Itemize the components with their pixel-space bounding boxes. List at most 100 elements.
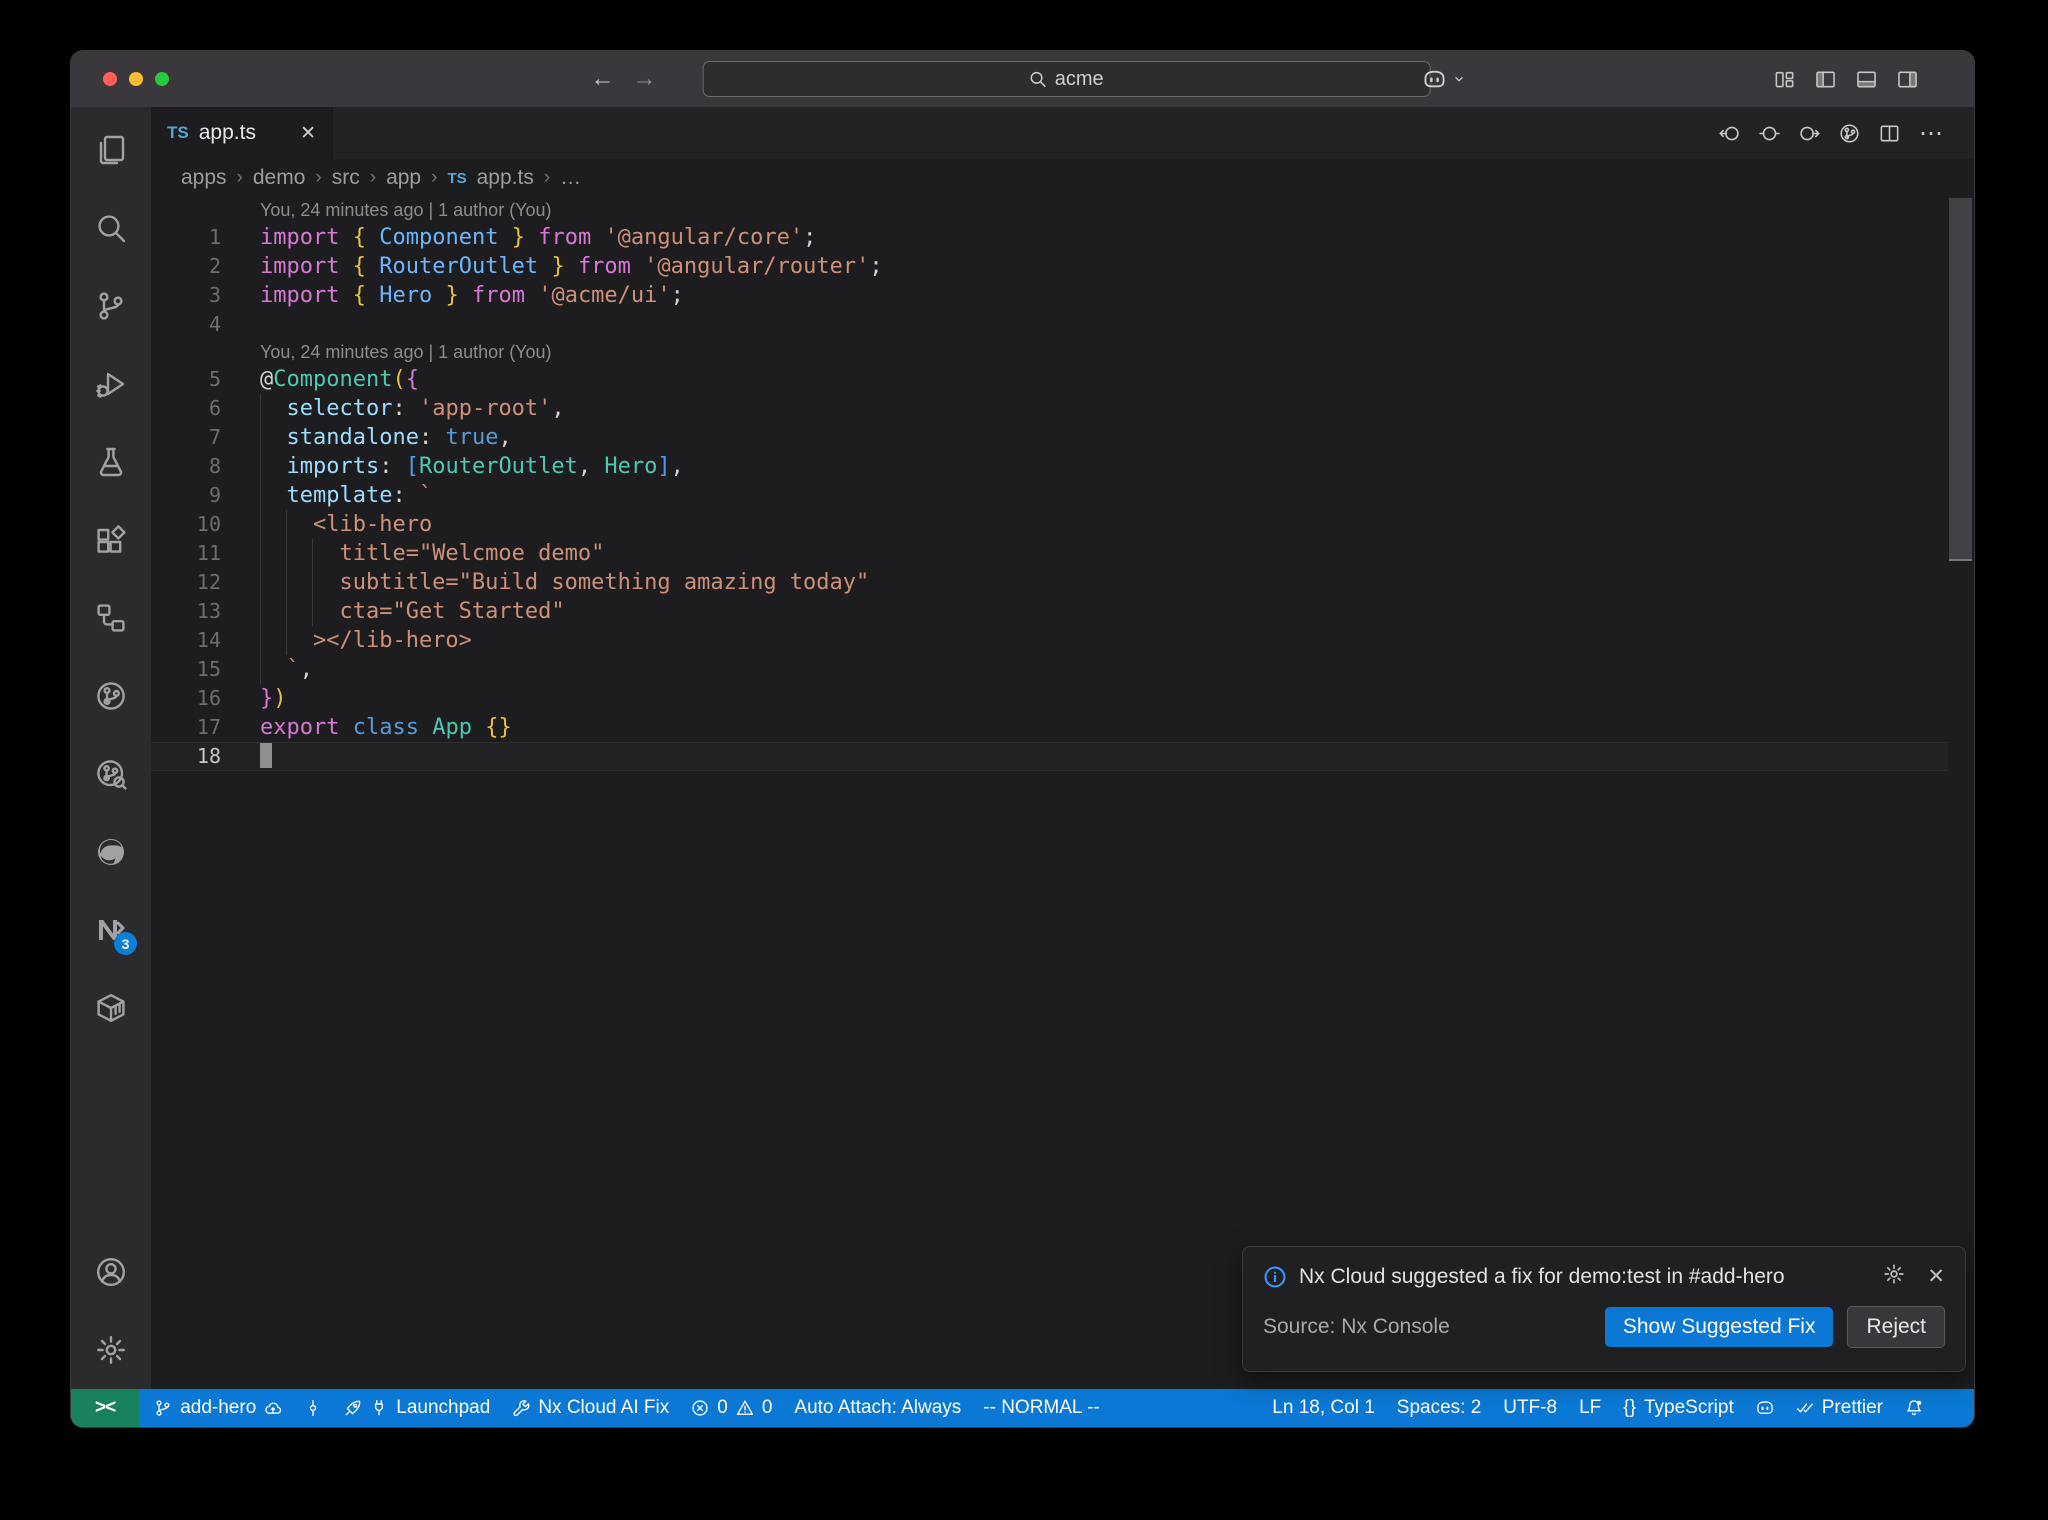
activitybar-item-run-and-debug[interactable] [71,345,151,423]
tab-app-ts[interactable]: TS app.ts ✕ [151,107,333,159]
activitybar-item-search[interactable] [71,189,151,267]
statusbar-encoding[interactable]: UTF-8 [1492,1389,1568,1427]
indent-guide [286,510,287,655]
activitybar-item-pipeline[interactable] [71,657,151,735]
statusbar-notifications-bell[interactable] [1894,1389,1934,1427]
line-number: 1 [208,225,221,249]
notification-source: Source: Nx Console [1263,1315,1450,1338]
circle-branch-search-icon [97,760,127,790]
notification-settings-icon[interactable] [1883,1263,1905,1290]
statusbar-auto-attach[interactable]: Auto Attach: Always [783,1389,972,1427]
statusbar-vim-mode[interactable]: -- NORMAL -- [972,1389,1110,1427]
search-icon [1030,71,1046,88]
statusbar-nx-cloud-ai-fix[interactable]: Nx Cloud AI Fix [501,1389,680,1427]
copilot-menu-button[interactable] [1423,51,1466,107]
breadcrumb-separator: › [543,167,551,188]
statusbar-cursor-position[interactable]: Ln 18, Col 1 [1261,1389,1385,1427]
navigate-forward-button[interactable]: → [633,65,657,93]
line-number: 11 [196,541,221,565]
git-commit-icon [310,1400,317,1416]
typescript-file-icon: TS [167,123,189,142]
breadcrumb-separator: › [369,167,377,188]
breadcrumb[interactable]: apps › demo › src › app › TS app.ts ›… [151,159,1974,197]
statusbar-language-mode[interactable]: {} TypeScript [1612,1389,1744,1427]
tab-label: app.ts [198,121,256,144]
search-icon [98,215,126,243]
statusbar-label: Ln 18, Col 1 [1272,1397,1375,1418]
notification-close-icon[interactable]: ✕ [1927,1264,1945,1289]
code-editor[interactable]: You, 24 minutes ago | 1 author (You) 1 imp… [151,197,1948,1389]
statusbar-remote-indicator[interactable]: >< [71,1389,140,1427]
vscode-window: ← → acme 3 TS app.ts ✕ ⋯ apps › demo › s… [70,50,1975,1428]
activitybar-item-settings[interactable] [71,1311,151,1389]
git-blame-annotation: You, 24 minutes ago | 1 author (You) [260,200,552,220]
statusbar-launchpad[interactable]: Launchpad [333,1389,501,1427]
activitybar-item-pipeline-inspect[interactable] [71,735,151,813]
zoom-window-button[interactable] [155,72,169,86]
statusbar-label: Spaces: 2 [1396,1397,1482,1418]
error-icon [692,1400,708,1416]
activitybar-item-source-control[interactable] [71,267,151,345]
indent-guide [260,394,261,684]
breadcrumb-symbol-tail[interactable]: … [560,166,581,190]
breadcrumb-item[interactable]: src [332,166,360,190]
source-control-graph-icon[interactable] [1839,123,1860,144]
editor-scrollbar[interactable] [1949,198,1972,561]
code-line-18: 18 [151,742,1948,771]
copilot-icon [1756,1401,1773,1414]
line-number: 10 [196,512,221,536]
statusbar-git-graph[interactable] [293,1389,333,1427]
split-editor-icon[interactable] [1879,123,1900,144]
command-center-search[interactable]: acme [702,61,1431,97]
activitybar-item-project-structure[interactable] [71,579,151,657]
edge-icon [96,837,126,867]
statusbar-eol[interactable]: LF [1568,1389,1612,1427]
toggle-secondary-sidebar-icon[interactable] [1897,69,1918,90]
breadcrumb-item[interactable]: app [386,166,421,190]
info-icon [1264,1266,1286,1287]
breadcrumb-separator: › [315,167,322,188]
statusbar-formatter[interactable]: Prettier [1785,1389,1894,1427]
close-window-button[interactable] [103,72,117,86]
code-line-16: 16}) [151,684,1948,713]
statusbar-label: -- NORMAL -- [983,1397,1100,1418]
toggle-primary-sidebar-icon[interactable] [1815,69,1836,90]
typescript-file-icon: TS [447,169,467,187]
statusbar-problems[interactable]: 00 [680,1389,783,1427]
navigate-back-button[interactable]: ← [591,65,615,93]
tab-close-icon[interactable]: ✕ [300,122,316,145]
notification-toast: Nx Cloud suggested a fix for demo:test i… [1242,1246,1966,1372]
notification-title: Nx Cloud suggested a fix for demo:test i… [1299,1264,1785,1288]
breadcrumb-item[interactable]: apps [181,166,227,190]
activitybar-item-accounts[interactable] [71,1233,151,1311]
statusbar-branch[interactable]: add-hero [143,1389,293,1427]
gear-icon [96,1335,126,1365]
breadcrumb-item[interactable]: demo [253,166,306,190]
code-line-14: 14 ></lib-hero> [151,626,1948,655]
current-change-icon[interactable] [1759,123,1780,144]
activitybar-item-edge-browser[interactable] [71,813,151,891]
breadcrumb-file[interactable]: app.ts [477,166,534,190]
activitybar-item-nx-console[interactable]: 3 [71,891,151,969]
checks-icon [1796,1403,1813,1413]
more-actions-icon[interactable]: ⋯ [1919,119,1944,148]
activity-bar: 3 [71,107,151,1389]
next-change-icon[interactable] [1799,123,1820,144]
customize-layout-icon[interactable] [1774,69,1795,90]
statusbar-copilot[interactable] [1745,1389,1785,1427]
previous-change-icon[interactable] [1719,123,1740,144]
activitybar-item-extensions[interactable] [71,501,151,579]
show-suggested-fix-button[interactable]: Show Suggested Fix [1604,1307,1834,1347]
traffic-lights [103,72,169,86]
debug-icon [96,372,125,398]
statusbar-indentation[interactable]: Spaces: 2 [1386,1389,1493,1427]
code-line-15: 15 `, [151,655,1948,684]
minimize-window-button[interactable] [129,72,143,86]
line-number: 15 [196,657,221,681]
line-number: 6 [208,396,221,420]
reject-button[interactable]: Reject [1847,1306,1945,1348]
activitybar-item-containers[interactable] [71,969,151,1047]
activitybar-item-testing[interactable] [71,423,151,501]
activitybar-item-explorer[interactable] [71,111,151,189]
toggle-panel-icon[interactable] [1856,69,1877,90]
